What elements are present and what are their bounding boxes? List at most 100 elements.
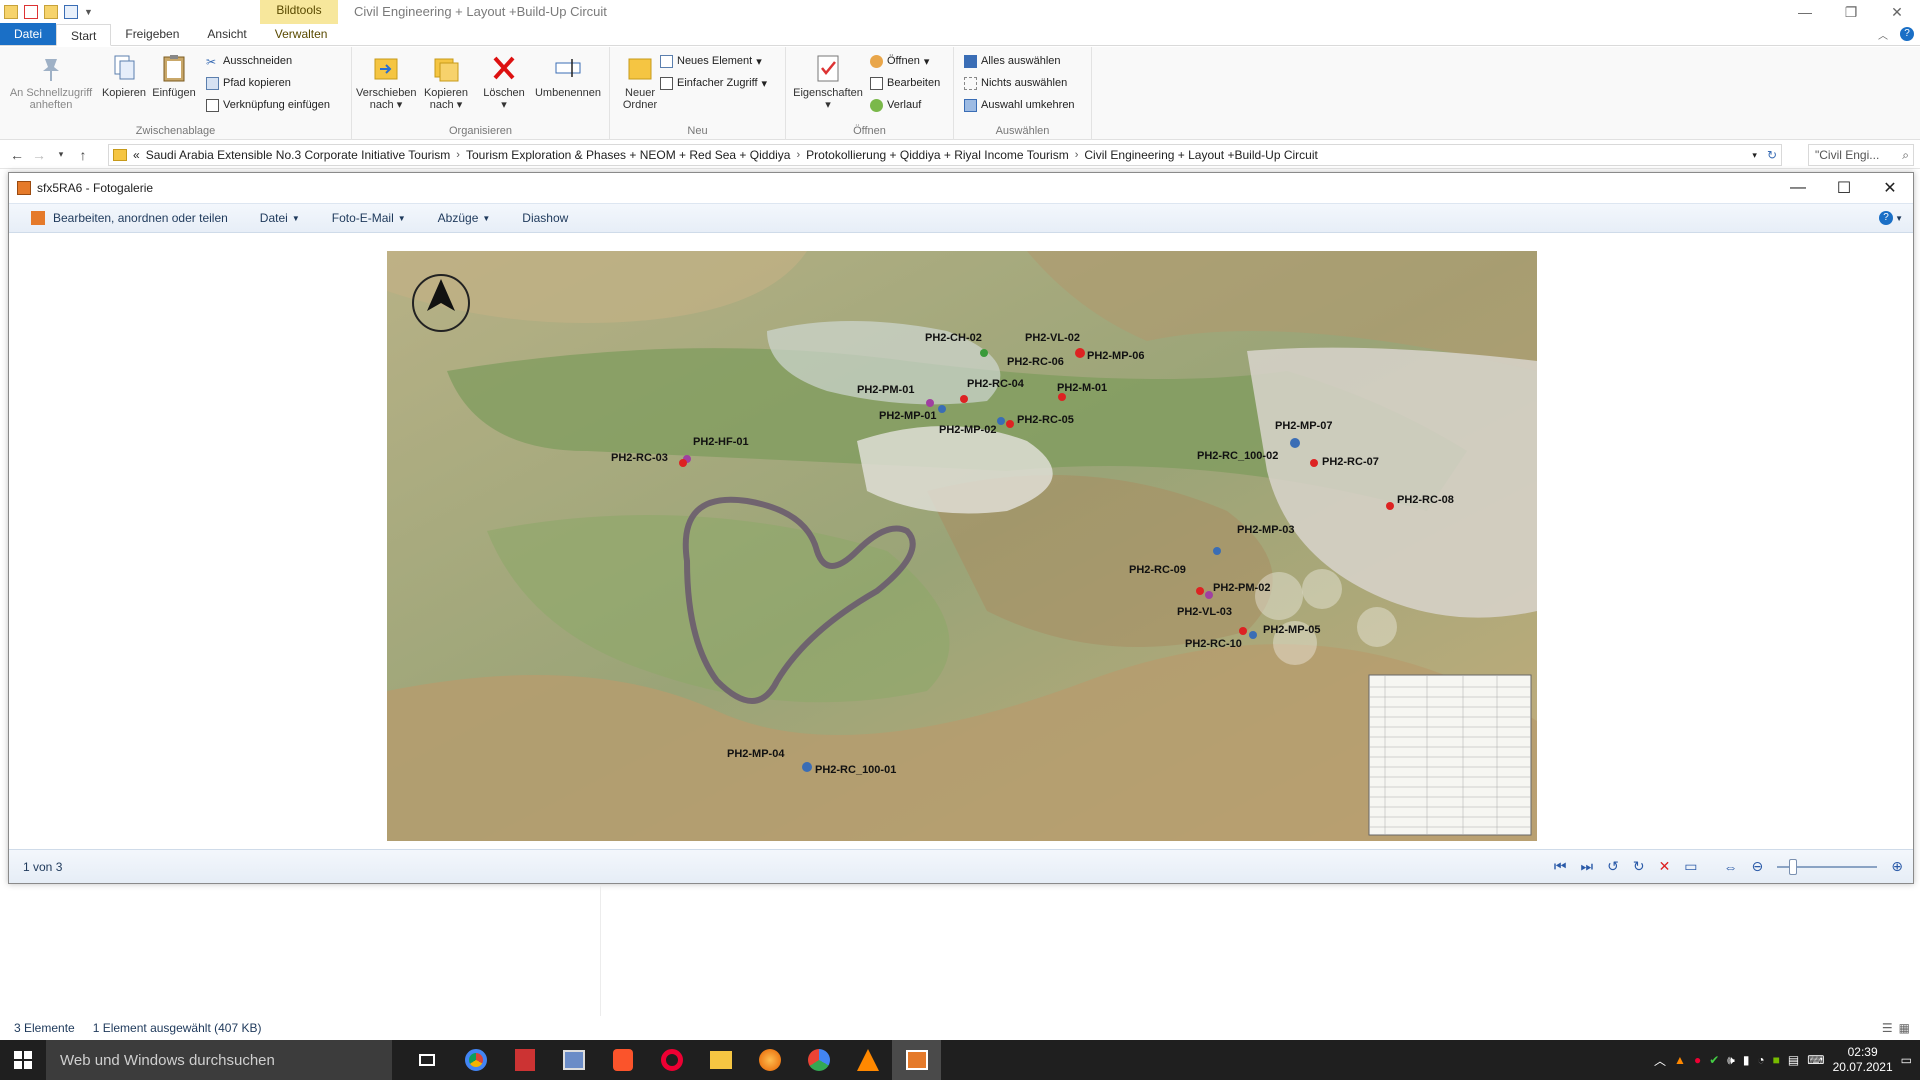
restore-button[interactable]: ❐ <box>1828 0 1874 24</box>
tab-start[interactable]: Start <box>56 24 112 46</box>
breadcrumb-separator-icon[interactable]: › <box>456 149 460 161</box>
breadcrumb-separator-icon[interactable]: › <box>1075 149 1079 161</box>
chevron-down-icon[interactable]: ▼ <box>84 7 93 17</box>
properties-icon[interactable] <box>24 5 38 19</box>
minimize-button[interactable]: — <box>1782 0 1828 24</box>
tab-datei[interactable]: Datei <box>0 23 57 45</box>
collapse-ribbon-icon[interactable]: ︿ <box>1878 27 1888 42</box>
rotate-right-icon[interactable]: ↻ <box>1633 858 1645 875</box>
keyboard-icon[interactable]: ⌨ <box>1807 1053 1824 1067</box>
action-center-icon[interactable]: ▭ <box>1901 1053 1912 1067</box>
forward-arrow-icon[interactable]: → <box>28 147 50 163</box>
edit-button[interactable]: Bearbeiten <box>870 74 940 92</box>
chromium-icon[interactable] <box>794 1040 843 1080</box>
zoom-slider[interactable] <box>1777 858 1878 875</box>
antivirus-icon[interactable]: ● <box>1694 1053 1701 1067</box>
photo-gallery-taskbar-icon[interactable] <box>892 1040 941 1080</box>
brave-icon[interactable] <box>598 1040 647 1080</box>
paste-button[interactable]: Einfügen <box>150 53 198 99</box>
site-map-photo[interactable]: PH2-CH-02 PH2-VL-02 PH2-RC-06 PH2-MP-06 … <box>387 251 1537 841</box>
select-all-button[interactable]: Alles auswählen <box>964 52 1061 70</box>
invert-selection-button[interactable]: Auswahl umkehren <box>964 96 1075 114</box>
next-photo-icon[interactable]: ⏭ <box>1580 858 1593 875</box>
gallery-maximize-button[interactable]: ☐ <box>1821 173 1867 203</box>
help-icon[interactable]: ? <box>1900 27 1914 41</box>
breadcrumb-item[interactable]: Civil Engineering + Layout +Build-Up Cir… <box>1084 148 1317 162</box>
breadcrumb-item[interactable]: Protokollierung + Qiddiya + Riyal Income… <box>806 148 1069 162</box>
chrome-icon[interactable] <box>451 1040 500 1080</box>
recent-chevron-icon[interactable]: ▾ <box>50 149 72 160</box>
check-icon[interactable]: ✔ <box>1709 1053 1719 1067</box>
prints-menu[interactable]: Abzüge ▼ <box>422 211 507 225</box>
breadcrumb-separator-icon[interactable]: › <box>796 149 800 161</box>
slideshow-icon[interactable]: ▭ <box>1684 858 1697 875</box>
pin-quick-access-button[interactable]: An Schnellzugriff anheften <box>6 53 96 111</box>
rotate-left-icon[interactable]: ↺ <box>1607 858 1619 875</box>
taskbar-search[interactable]: Web und Windows durchsuchen <box>46 1040 392 1080</box>
zoom-in-icon[interactable]: ⊕ <box>1891 858 1903 875</box>
tab-ansicht[interactable]: Ansicht <box>193 23 260 45</box>
delete-photo-icon[interactable]: ✕ <box>1659 858 1671 875</box>
network-signal-icon[interactable]: ▮ <box>1743 1053 1750 1067</box>
details-view-icon[interactable]: ☰ <box>1882 1021 1893 1035</box>
large-icons-view-icon[interactable]: ▦ <box>1899 1021 1910 1035</box>
nvidia-icon[interactable]: ■ <box>1773 1053 1780 1067</box>
rename-button[interactable]: Umbenennen <box>532 53 604 99</box>
zoom-out-icon[interactable]: ⊖ <box>1752 858 1764 875</box>
photo-email-menu[interactable]: Foto-E-Mail ▼ <box>316 211 422 225</box>
search-box[interactable]: "Civil Engi... ⌕ <box>1808 144 1914 166</box>
vlc-tray-icon[interactable]: ▲ <box>1674 1053 1686 1067</box>
properties-button[interactable]: Eigenschaften ▾ <box>790 53 866 111</box>
open-button[interactable]: Öffnen ▾ <box>870 52 929 70</box>
delete-button[interactable]: Löschen ▾ <box>480 53 528 111</box>
slideshow-menu[interactable]: Diashow <box>506 211 584 225</box>
address-path[interactable]: « Saudi Arabia Extensible No.3 Corporate… <box>108 144 1782 166</box>
paste-shortcut-button[interactable]: Verknüpfung einfügen <box>206 96 330 114</box>
file-menu[interactable]: Datei ▼ <box>244 211 316 225</box>
tab-freigeben[interactable]: Freigeben <box>111 23 193 45</box>
firefox-icon[interactable] <box>745 1040 794 1080</box>
show-hidden-icons-icon[interactable]: ︿ <box>1654 1052 1666 1069</box>
breadcrumb-item[interactable]: Saudi Arabia Extensible No.3 Corporate I… <box>146 148 451 162</box>
volume-icon[interactable]: 🕪 <box>1727 1053 1735 1068</box>
task-view-icon[interactable] <box>402 1040 451 1080</box>
previous-photo-icon[interactable]: ⏮ <box>1554 858 1567 875</box>
opera-icon[interactable] <box>647 1040 696 1080</box>
vlc-icon[interactable] <box>843 1040 892 1080</box>
select-none-button[interactable]: Nichts auswählen <box>964 74 1067 92</box>
folder-icon[interactable] <box>4 5 18 19</box>
new-item-button[interactable]: Neues Element ▾ <box>660 52 762 70</box>
gallery-minimize-button[interactable]: — <box>1775 173 1821 203</box>
address-dropdown-icon[interactable]: ▾ <box>1752 150 1761 161</box>
wifi-icon[interactable]: ◔ <box>1757 1053 1764 1067</box>
edit-organize-share-menu[interactable]: Bearbeiten, anordnen oder teilen <box>27 211 244 225</box>
file-explorer-icon[interactable] <box>696 1040 745 1080</box>
zoom-slider-thumb[interactable] <box>1789 858 1798 875</box>
gallery-close-button[interactable]: ✕ <box>1867 173 1913 203</box>
refresh-icon[interactable]: ↻ <box>1767 148 1781 162</box>
rename-icon[interactable] <box>64 5 78 19</box>
copy-path-button[interactable]: Pfad kopieren <box>206 74 291 92</box>
copy-button[interactable]: Kopieren <box>100 53 148 99</box>
cut-button[interactable]: ✂ Ausschneiden <box>206 52 292 70</box>
pdf-reader-icon[interactable] <box>500 1040 549 1080</box>
easy-access-button[interactable]: Einfacher Zugriff ▾ <box>660 74 767 92</box>
breadcrumb-item[interactable]: Tourism Exploration & Phases + NEOM + Re… <box>466 148 791 162</box>
move-to-button[interactable]: Verschieben nach ▾ <box>356 53 417 111</box>
copy-to-button[interactable]: Kopieren nach ▾ <box>418 53 474 111</box>
close-button[interactable]: ✕ <box>1874 0 1920 24</box>
breadcrumb-overflow[interactable]: « <box>133 148 140 162</box>
tab-verwalten[interactable]: Verwalten <box>261 23 342 45</box>
new-folder-icon[interactable] <box>44 5 58 19</box>
new-folder-button[interactable]: Neuer Ordner <box>616 53 664 111</box>
fit-window-icon[interactable]: ⇔ <box>1724 859 1738 875</box>
up-arrow-icon[interactable]: ↑ <box>72 147 94 163</box>
gallery-help-button[interactable]: ? ▼ <box>1879 211 1913 225</box>
photos-app-icon[interactable] <box>549 1040 598 1080</box>
back-arrow-icon[interactable]: ← <box>6 147 28 163</box>
start-button[interactable] <box>0 1040 46 1080</box>
map-label: PH2-MP-03 <box>1237 524 1294 536</box>
history-button[interactable]: Verlauf <box>870 96 921 114</box>
notifications-icon[interactable]: ▤ <box>1788 1053 1799 1067</box>
clock[interactable]: 02:39 20.07.2021 <box>1833 1045 1893 1075</box>
